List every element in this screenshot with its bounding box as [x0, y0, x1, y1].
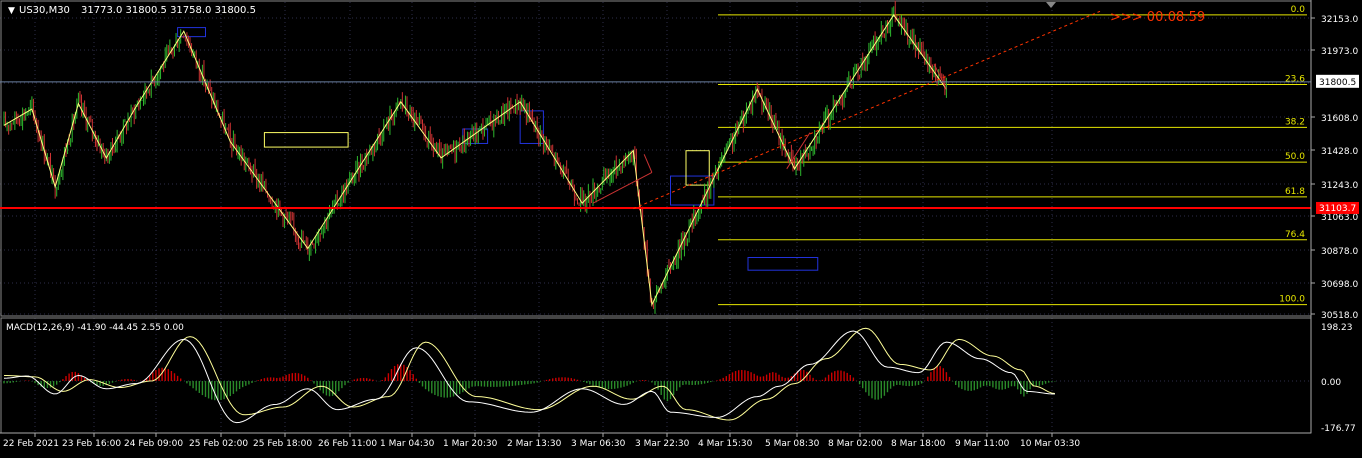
fib-label-100.0: 100.0	[1279, 295, 1305, 305]
time-tick-10: 3 Mar 22:30	[635, 439, 690, 449]
time-tick-5: 26 Feb 11:00	[318, 439, 377, 449]
time-tick-12: 5 Mar 08:30	[765, 439, 820, 449]
time-tick-15: 9 Mar 11:00	[955, 439, 1010, 449]
time-tick-7: 1 Mar 20:30	[443, 439, 498, 449]
price-tick-1: 31973.0	[1321, 47, 1358, 57]
price-tick-4: 31428.0	[1321, 147, 1358, 157]
price-tick-3: 31608.0	[1321, 114, 1358, 124]
fib-label-0.0: 0.0	[1291, 5, 1306, 15]
time-tick-0: 22 Feb 2021	[3, 439, 59, 449]
fib-label-76.4: 76.4	[1285, 230, 1305, 240]
fib-label-50.0: 50.0	[1285, 152, 1305, 162]
time-tick-11: 4 Mar 15:30	[698, 439, 753, 449]
time-tick-9: 3 Mar 06:30	[571, 439, 626, 449]
price-tick-6: 31063.0	[1321, 213, 1358, 223]
fib-label-38.2: 38.2	[1285, 117, 1305, 127]
time-tick-8: 2 Mar 13:30	[507, 439, 562, 449]
time-tick-6: 1 Mar 04:30	[380, 439, 435, 449]
current-price-tag-label: 31800.5	[1319, 78, 1356, 88]
fib-label-23.6: 23.6	[1285, 74, 1305, 84]
time-tick-14: 8 Mar 18:00	[891, 439, 946, 449]
fib-label-61.8: 61.8	[1285, 187, 1305, 197]
time-tick-13: 8 Mar 02:00	[828, 439, 883, 449]
price-tick-0: 32153.0	[1321, 15, 1358, 25]
macd-tick-1: 0.00	[1321, 378, 1341, 388]
price-tick-7: 30878.0	[1321, 247, 1358, 257]
macd-tick-2: -176.77	[1321, 424, 1356, 434]
time-tick-16: 10 Mar 03:30	[1020, 439, 1080, 449]
symbol-label: US30,M30	[19, 5, 70, 16]
macd-tick-0: 198.23	[1321, 323, 1353, 333]
time-tick-3: 25 Feb 02:00	[189, 439, 248, 449]
bar-countdown-timer: >>> 00:08:59	[1110, 10, 1205, 25]
macd-label: MACD(12,26,9) -41.90 -44.45 2.55 0.00	[6, 323, 184, 333]
price-tick-8: 30698.0	[1321, 280, 1358, 290]
price-tick-5: 31243.0	[1321, 181, 1358, 191]
support-price-tag-label: 31103.7	[1319, 204, 1356, 214]
chart-canvas[interactable]: 0.0 23.6 38.2 50.0 61.8 76.4 100.0 32153.0 3197…	[0, 0, 1362, 454]
price-tick-9: 30518.0	[1321, 311, 1358, 321]
time-tick-1: 23 Feb 16:00	[62, 439, 121, 449]
trading-chart-window[interactable]: 0.0 23.6 38.2 50.0 61.8 76.4 100.0 32153.0 3197…	[0, 0, 1362, 454]
symbol-dropdown-arrow[interactable]: ▼	[8, 6, 15, 16]
time-tick-4: 25 Feb 18:00	[253, 439, 312, 449]
ohlc-readout: 31773.0 31800.5 31758.0 31800.5	[81, 5, 256, 16]
time-tick-2: 24 Feb 09:00	[124, 439, 183, 449]
